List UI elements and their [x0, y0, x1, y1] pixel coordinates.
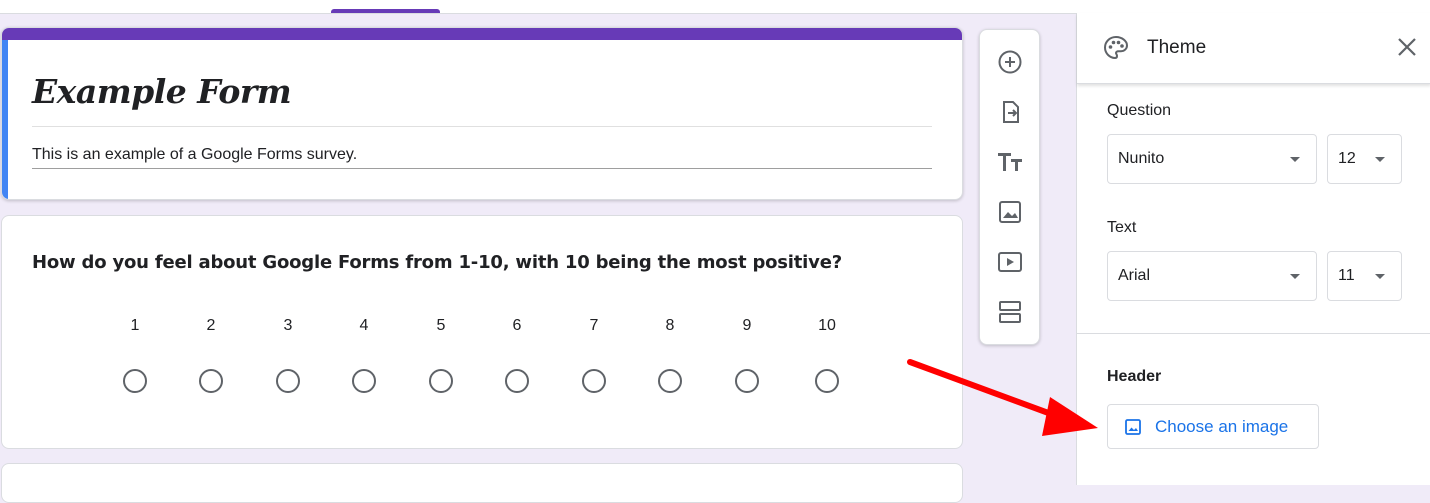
choose-image-button[interactable]: Choose an image: [1107, 404, 1319, 449]
dropdown-arrow-icon: [1290, 157, 1300, 162]
image-icon: [1124, 418, 1142, 441]
question-font-value: Nunito: [1118, 150, 1165, 167]
add-question-icon[interactable]: [992, 44, 1028, 80]
scale-radio-2[interactable]: [199, 369, 223, 393]
text-font-label: Text: [1107, 219, 1137, 236]
active-tab-indicator: [331, 9, 440, 13]
scale-label-3: 3: [283, 317, 293, 334]
add-section-icon[interactable]: [992, 294, 1028, 330]
scale-radio-6[interactable]: [505, 369, 529, 393]
theme-panel-header: Theme: [1077, 13, 1430, 84]
text-size-select[interactable]: 11: [1327, 251, 1402, 301]
text-font-value: Arial: [1118, 267, 1151, 284]
question-font-label: Question: [1107, 102, 1172, 119]
description-underline: [32, 168, 932, 169]
dropdown-arrow-icon: [1375, 157, 1385, 162]
text-size-value: 11: [1338, 267, 1355, 284]
add-image-icon[interactable]: [992, 194, 1028, 230]
question-font-select[interactable]: Nunito: [1107, 134, 1317, 184]
scale-radio-10[interactable]: [815, 369, 839, 393]
scale-radio-3[interactable]: [276, 369, 300, 393]
header-section-label: Header: [1107, 368, 1162, 385]
scale-label-10: 10: [818, 317, 836, 334]
scale-radio-8[interactable]: [658, 369, 682, 393]
palette-icon: [1103, 35, 1129, 66]
scale-label-2: 2: [206, 317, 216, 334]
scale-radio-4[interactable]: [352, 369, 376, 393]
dropdown-arrow-icon: [1290, 274, 1300, 279]
scale-label-5: 5: [436, 317, 446, 334]
theme-panel: Theme Question Nunito 12 Text Arial 11 H…: [1076, 13, 1430, 485]
scale-label-6: 6: [512, 317, 522, 334]
question-card[interactable]: How do you feel about Google Forms from …: [1, 215, 963, 449]
form-header-card: Example Form This is an example of a Goo…: [1, 27, 963, 200]
choose-image-label: Choose an image: [1155, 417, 1289, 436]
scale-label-7: 7: [589, 317, 599, 334]
theme-panel-title: Theme: [1147, 37, 1207, 58]
form-title[interactable]: Example Form: [32, 72, 292, 111]
focus-indicator-bar: [2, 40, 8, 199]
next-question-card[interactable]: [1, 463, 963, 503]
question-size-value: 12: [1338, 150, 1356, 167]
header-accent-bar: [2, 28, 962, 40]
question-text: How do you feel about Google Forms from …: [32, 252, 842, 273]
title-underline: [32, 126, 932, 127]
text-font-select[interactable]: Arial: [1107, 251, 1317, 301]
scale-radio-5[interactable]: [429, 369, 453, 393]
add-title-icon[interactable]: [992, 144, 1028, 180]
scale-radio-7[interactable]: [582, 369, 606, 393]
panel-divider: [1077, 333, 1430, 334]
add-video-icon[interactable]: [992, 244, 1028, 280]
dropdown-arrow-icon: [1375, 274, 1385, 279]
scale-label-4: 4: [359, 317, 369, 334]
scale-label-9: 9: [742, 317, 752, 334]
top-bar: [0, 0, 1430, 14]
question-size-select[interactable]: 12: [1327, 134, 1402, 184]
form-description[interactable]: This is an example of a Google Forms sur…: [32, 146, 357, 164]
close-icon[interactable]: [1395, 35, 1419, 64]
scale-label-8: 8: [665, 317, 675, 334]
scale-radio-9[interactable]: [735, 369, 759, 393]
scale-label-1: 1: [130, 317, 140, 334]
scale-radio-1[interactable]: [123, 369, 147, 393]
import-questions-icon[interactable]: [992, 94, 1028, 130]
floating-toolbar: [979, 29, 1040, 345]
